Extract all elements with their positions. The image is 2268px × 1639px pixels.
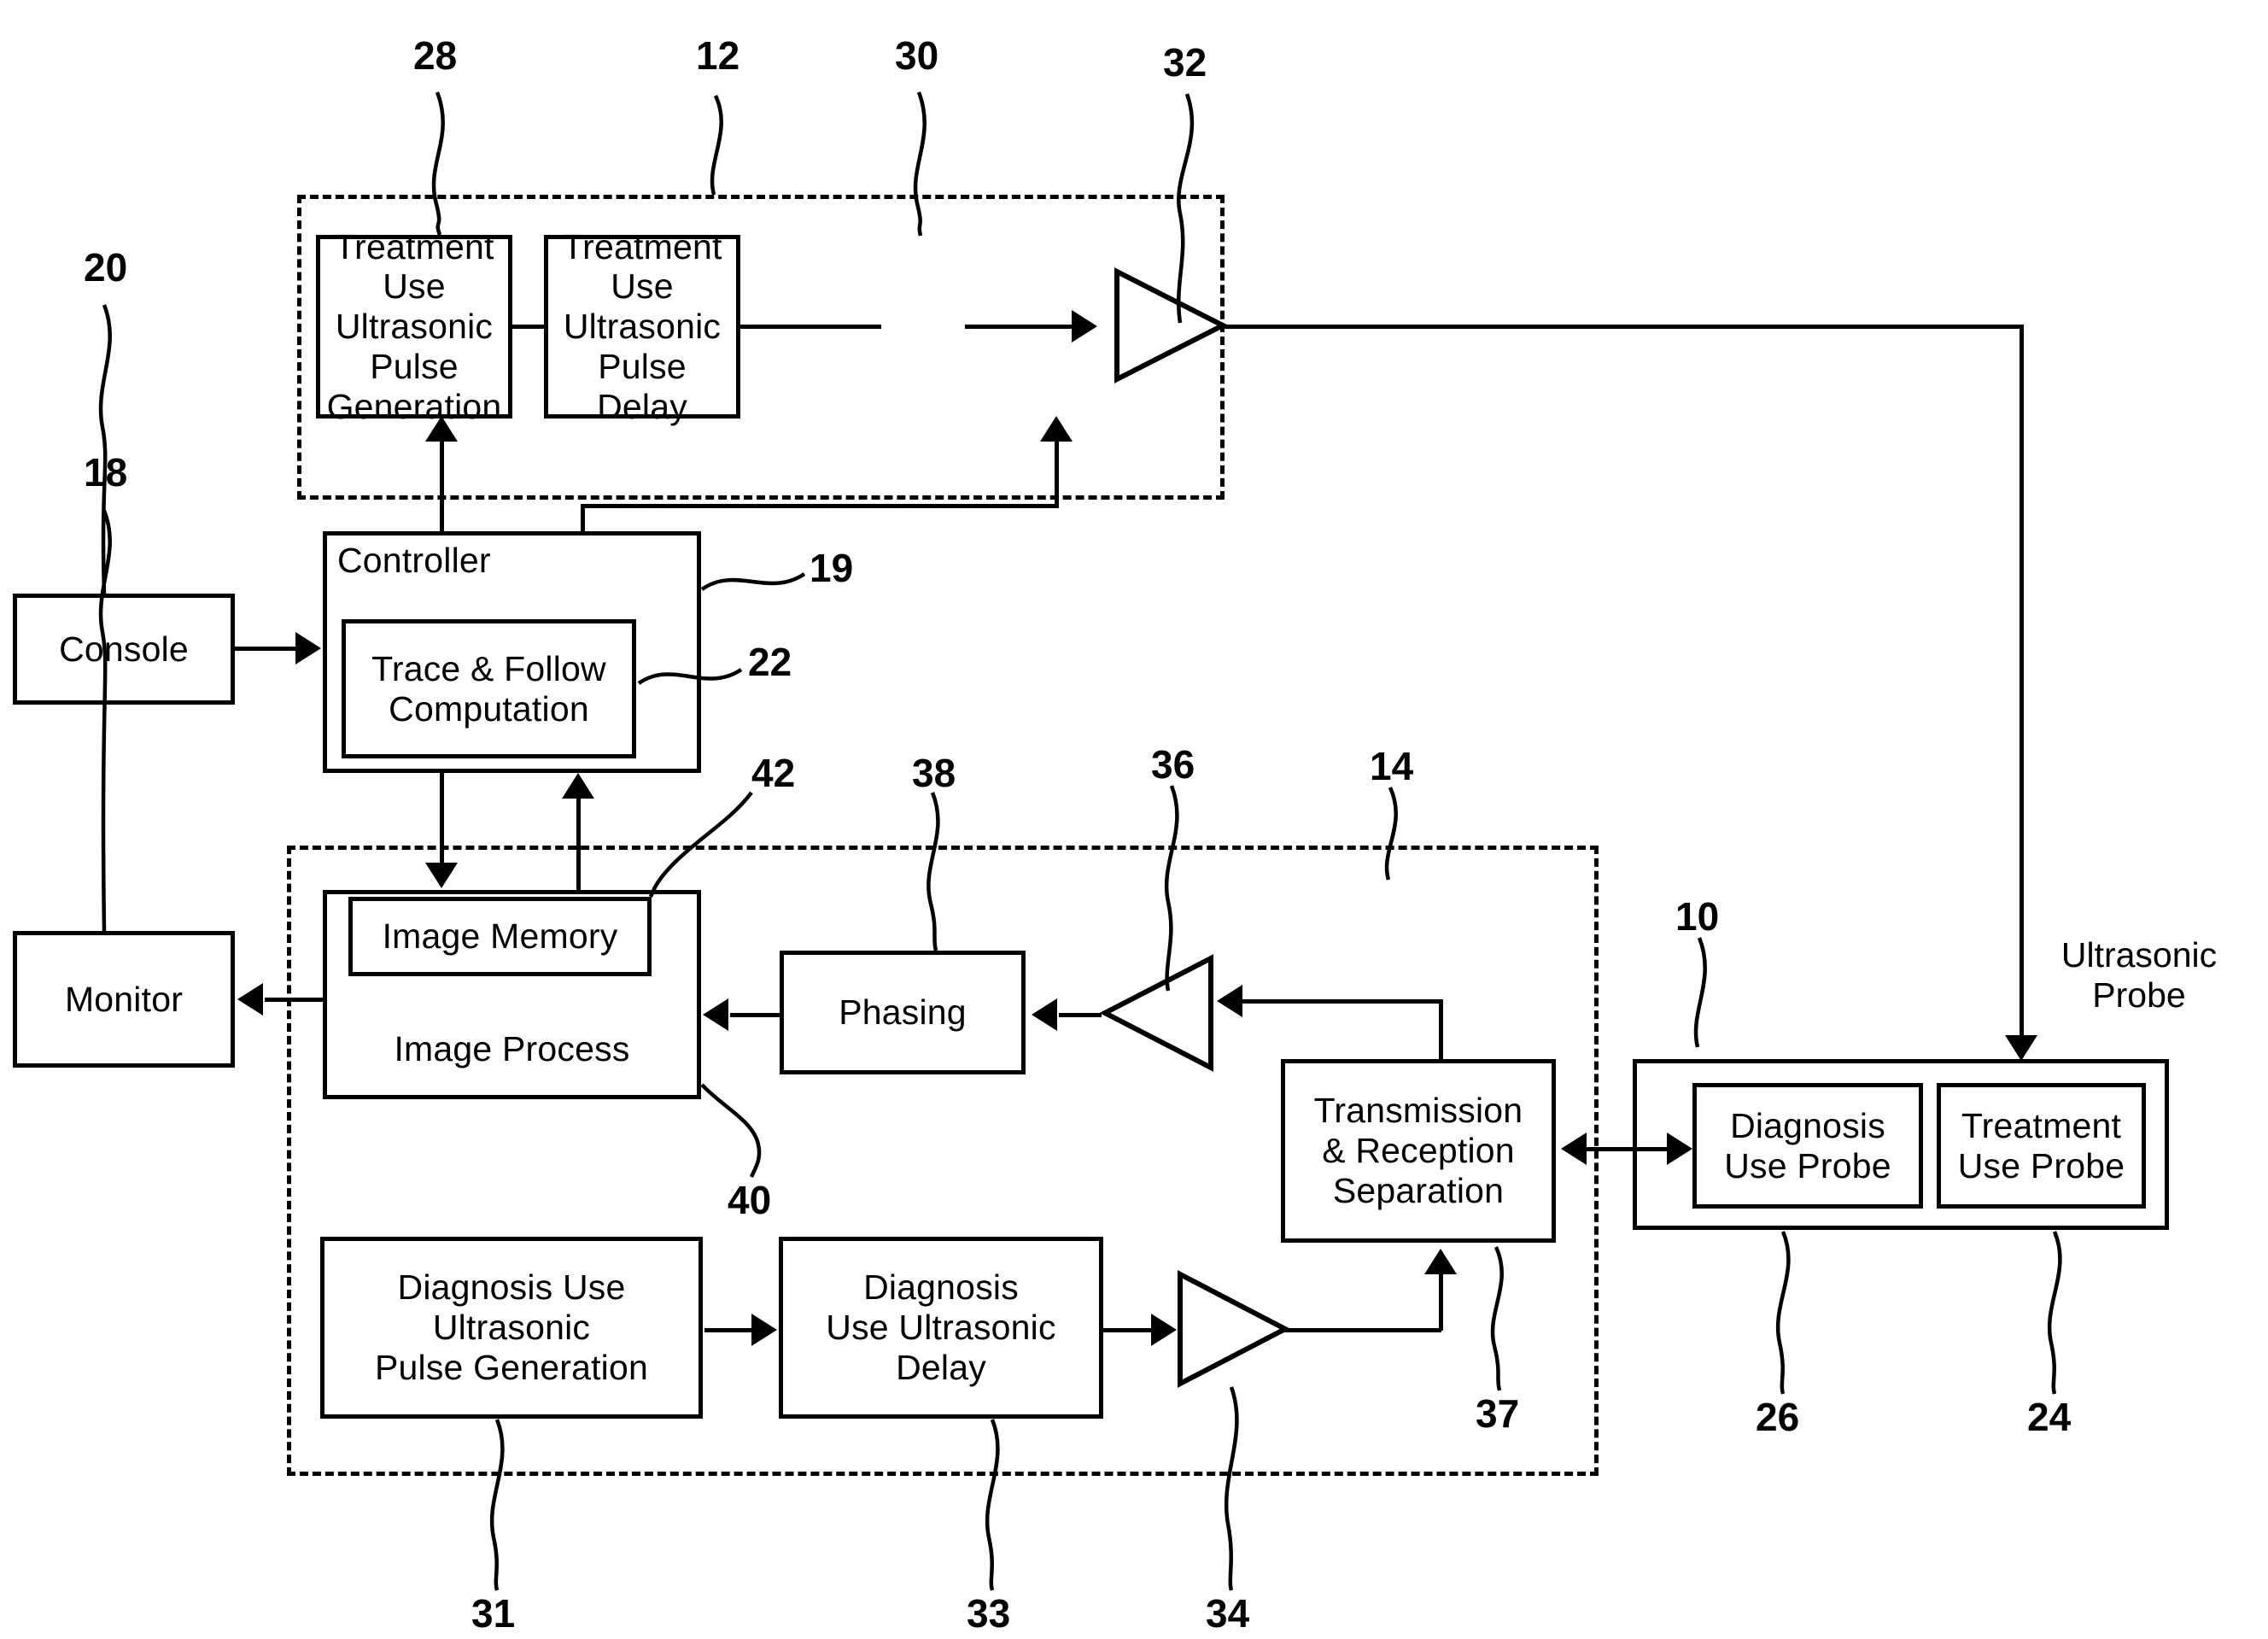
refnum-14: 14 xyxy=(1370,744,1414,788)
connector-console-to-controller xyxy=(235,647,299,651)
refnum-34: 34 xyxy=(1206,1591,1250,1636)
figure-canvas: Treatment Use Ultrasonic Pulse Generatio… xyxy=(0,0,2268,1639)
arrowhead-imagememory-to-controller xyxy=(562,773,594,799)
arrowhead-diagdelay-to-txamp xyxy=(1151,1314,1177,1346)
refnum-31: 31 xyxy=(471,1591,516,1636)
diagnosis-use-probe-box[interactable]: Diagnosis Use Probe xyxy=(1692,1083,1923,1209)
connector-diagdelay-to-txamp xyxy=(1103,1328,1154,1332)
refnum-33: 33 xyxy=(967,1591,1011,1636)
arrowhead-phasing-to-imageprocess xyxy=(703,998,728,1031)
arrowhead-diaggen-to-diagdelay xyxy=(751,1314,777,1346)
refnum-30: 30 xyxy=(895,33,939,78)
diagnosis-pulse-generation-label: Diagnosis Use Ultrasonic Pulse Generatio… xyxy=(374,1267,648,1387)
image-process-label: Image Process xyxy=(394,1029,630,1069)
connector-amp-out-v xyxy=(2020,325,2024,1042)
treatment-use-probe-label: Treatment Use Probe xyxy=(1957,1105,2125,1185)
refnum-10: 10 xyxy=(1675,894,1720,939)
monitor-label: Monitor xyxy=(64,979,184,1019)
arrowhead-to-treatment-probe xyxy=(2005,1035,2037,1061)
connector-gen-to-delay-2 xyxy=(512,325,547,329)
arrowhead-imageprocess-to-monitor xyxy=(237,983,263,1016)
arrowhead-controller-to-imagememory xyxy=(425,863,458,888)
refnum-18: 18 xyxy=(84,450,128,495)
refnum-40: 40 xyxy=(728,1178,772,1222)
diagnosis-delay-box[interactable]: Diagnosis Use Ultrasonic Delay xyxy=(779,1237,1103,1419)
arrowhead-controller-to-delay xyxy=(1040,416,1073,442)
connector-controller-to-delay-v1 xyxy=(581,504,585,533)
refnum-32: 32 xyxy=(1163,40,1207,85)
refnum-24: 24 xyxy=(2027,1395,2072,1439)
transmission-reception-separation-box[interactable]: Transmission & Reception Separation xyxy=(1281,1059,1556,1243)
diagnosis-use-probe-label: Diagnosis Use Probe xyxy=(1724,1105,1891,1185)
monitor-box[interactable]: Monitor xyxy=(13,931,235,1068)
refnum-36: 36 xyxy=(1151,742,1195,787)
connector-imagememory-to-controller xyxy=(576,794,581,893)
transmission-reception-separation-label: Transmission & Reception Separation xyxy=(1313,1091,1523,1210)
refnum-37: 37 xyxy=(1476,1391,1520,1436)
connector-controller-to-delay-v2 xyxy=(1055,437,1059,506)
refnum-19: 19 xyxy=(810,546,854,590)
refnum-28: 28 xyxy=(413,33,458,78)
treatment-pulse-delay-box[interactable]: Treatment Use Ultrasonic Pulse Delay xyxy=(544,227,740,426)
controller-label: Controller xyxy=(337,541,491,580)
image-memory-box[interactable]: Image Memory xyxy=(348,897,652,976)
trace-follow-computation-box[interactable]: Trace & Follow Computation xyxy=(342,619,636,758)
connector-controller-to-delay-h xyxy=(581,504,1059,508)
connector-imageprocess-to-monitor xyxy=(265,998,324,1002)
connector-delay-to-amp xyxy=(740,325,881,329)
phasing-label: Phasing xyxy=(839,992,967,1033)
refnum-12: 12 xyxy=(696,33,740,78)
arrowhead-controller-to-gen xyxy=(425,416,458,442)
refnum-20: 20 xyxy=(84,245,128,290)
connector-amp-out-h xyxy=(1221,325,2024,329)
connector-recvamp-to-phasing xyxy=(1059,1013,1102,1017)
refnum-38: 38 xyxy=(912,751,956,795)
arrowhead-recvamp-to-phasing xyxy=(1032,998,1057,1031)
connector-controller-to-imagememory xyxy=(440,773,444,863)
refnum-26: 26 xyxy=(1756,1395,1800,1439)
arrowhead-trsep-to-recvamp xyxy=(1217,985,1242,1017)
treatment-pulse-delay-label: Treatment Use Ultrasonic Pulse Delay xyxy=(562,226,722,426)
connector-trsep-to-recvamp-v xyxy=(1439,999,1443,1061)
refnum-22: 22 xyxy=(748,640,792,684)
image-memory-label: Image Memory xyxy=(382,916,618,957)
connector-trsep-to-recvamp-h xyxy=(1242,999,1443,1004)
connector-txamp-out-v xyxy=(1439,1273,1443,1331)
treatment-pulse-generation-label: Treatment Use Ultrasonic Pulse Generatio… xyxy=(326,226,502,426)
phasing-box[interactable]: Phasing xyxy=(780,951,1026,1074)
treatment-pulse-generation-box[interactable]: Treatment Use Ultrasonic Pulse Generatio… xyxy=(316,227,512,426)
ultrasonic-probe-caption: Ultrasonic Probe xyxy=(2060,935,2218,1015)
diagnosis-pulse-generation-box[interactable]: Diagnosis Use Ultrasonic Pulse Generatio… xyxy=(320,1237,703,1419)
arrowhead-console-to-controller xyxy=(295,632,321,664)
treatment-use-probe-box[interactable]: Treatment Use Probe xyxy=(1937,1083,2146,1209)
arrowhead-trsep-to-probe xyxy=(1667,1133,1692,1165)
connector-txamp-out-h xyxy=(1281,1328,1441,1332)
connector-amp-input xyxy=(965,325,1076,329)
console-label: Console xyxy=(59,629,189,669)
arrowhead-txamp-to-trsep xyxy=(1424,1249,1457,1274)
connector-diaggen-to-diagdelay xyxy=(704,1328,756,1332)
trace-follow-computation-label: Trace & Follow Computation xyxy=(371,648,606,729)
connector-controller-to-gen xyxy=(440,437,444,533)
arrowhead-probe-to-trsep xyxy=(1561,1133,1587,1165)
diagnosis-delay-label: Diagnosis Use Ultrasonic Delay xyxy=(826,1267,1056,1387)
connector-phasing-to-imageprocess xyxy=(730,1013,781,1017)
console-box[interactable]: Console xyxy=(13,594,235,705)
refnum-42: 42 xyxy=(751,751,796,795)
